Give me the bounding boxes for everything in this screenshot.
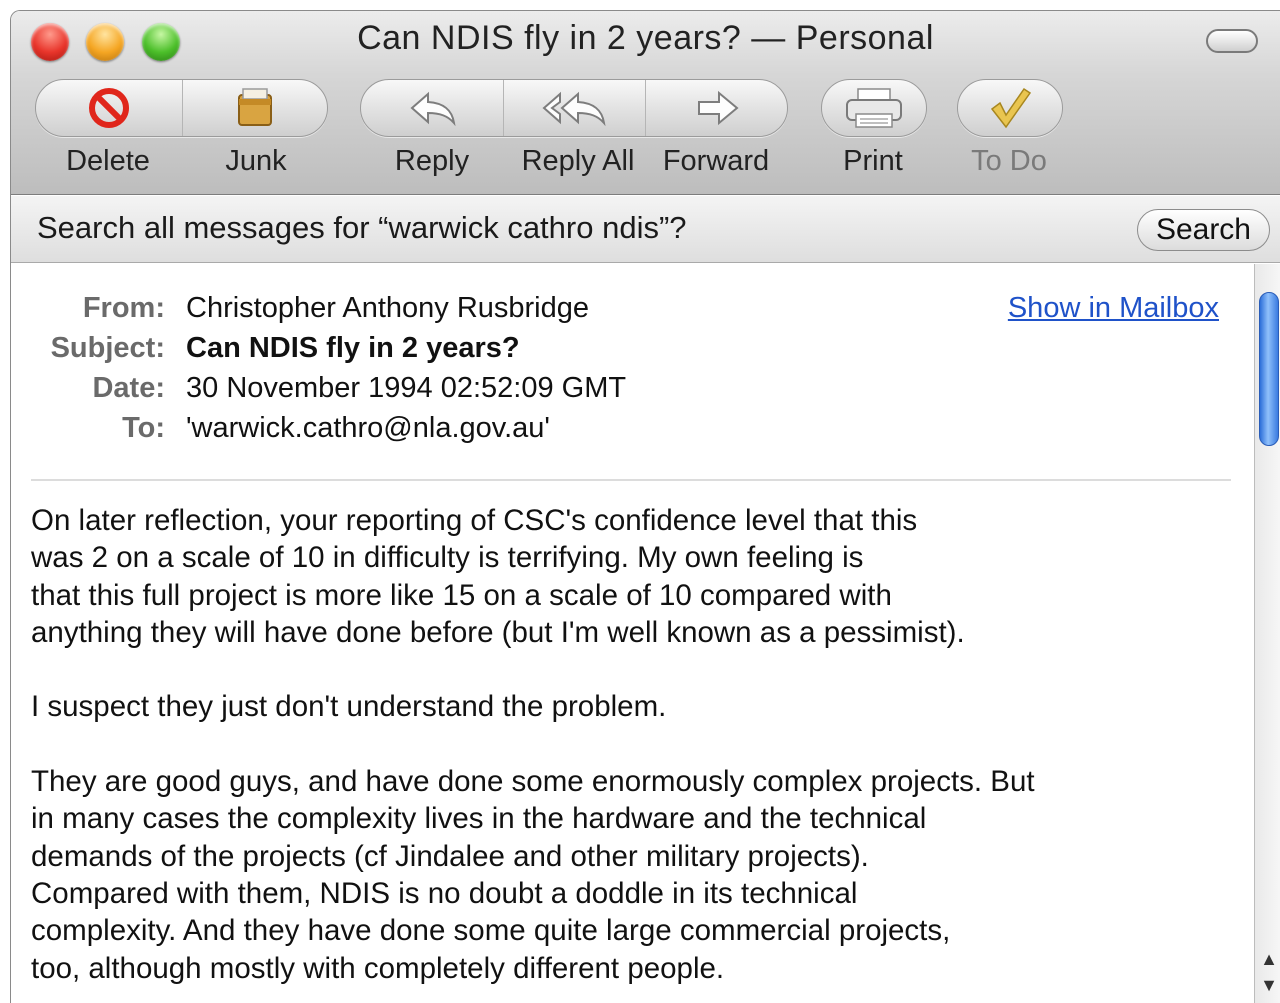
delete-junk-group	[35, 79, 328, 137]
reply-all-arrow-icon	[541, 91, 606, 127]
toolbar-toggle-button[interactable]	[1206, 29, 1258, 53]
show-in-mailbox-link[interactable]: Show in Mailbox	[1008, 292, 1219, 325]
todo-button-inner[interactable]	[958, 80, 1062, 136]
search-button[interactable]: Search	[1136, 209, 1270, 251]
scroll-thumb[interactable]	[1259, 292, 1279, 446]
junk-button[interactable]	[181, 80, 328, 136]
scroll-down-arrow-icon[interactable]: ▼	[1259, 972, 1279, 998]
reply-button[interactable]	[361, 80, 503, 136]
printer-icon	[846, 88, 902, 128]
header-divider	[31, 479, 1231, 481]
forward-button[interactable]	[645, 80, 787, 136]
delete-label[interactable]: Delete	[66, 145, 150, 178]
todo-button[interactable]	[957, 79, 1063, 137]
vertical-scrollbar[interactable]: ▲ ▼	[1254, 264, 1280, 1003]
body-paragraph: They are good guys, and have done some e…	[31, 765, 1035, 985]
todo-label[interactable]: To Do	[971, 145, 1047, 178]
delete-button[interactable]	[36, 80, 182, 136]
print-button-inner[interactable]	[822, 80, 926, 136]
title-and-toolbar: Can NDIS fly in 2 years? — Personal Dele…	[11, 11, 1280, 195]
message-body: On later reflection, your reporting of C…	[31, 502, 1231, 1003]
mail-window: Can NDIS fly in 2 years? — Personal Dele…	[10, 10, 1280, 1003]
message-view: From: Christopher Anthony Rusbridge Subj…	[11, 264, 1254, 1003]
date-label: Date:	[92, 372, 165, 404]
subject-label: Subject:	[50, 332, 165, 364]
reply-all-button[interactable]	[503, 80, 645, 136]
from-value: Christopher Anthony Rusbridge	[186, 292, 590, 324]
from-label: From:	[82, 292, 165, 324]
to-value: 'warwick.cathro@nla.gov.au'	[186, 412, 550, 444]
to-label: To:	[122, 412, 165, 444]
reply-all-label[interactable]: Reply All	[522, 145, 635, 178]
checkmark-icon	[990, 87, 1032, 129]
scroll-up-arrow-icon[interactable]: ▲	[1259, 946, 1279, 972]
subject-value: Can NDIS fly in 2 years?	[186, 332, 520, 364]
junk-bag-icon	[237, 88, 272, 126]
reply-arrow-icon	[410, 91, 456, 127]
forward-arrow-icon	[697, 90, 739, 126]
search-prompt: Search all messages for “warwick cathro …	[37, 210, 687, 245]
search-suggestion-bar: Search all messages for “warwick cathro …	[11, 196, 1280, 263]
forward-label[interactable]: Forward	[663, 145, 769, 178]
date-value: 30 November 1994 02:52:09 GMT	[186, 372, 627, 404]
window-title: Can NDIS fly in 2 years? — Personal	[357, 19, 934, 57]
reply-group	[360, 79, 788, 137]
print-button[interactable]	[821, 79, 927, 137]
no-entry-icon	[88, 88, 129, 128]
body-paragraph: I suspect they just don't understand the…	[31, 690, 667, 724]
junk-label[interactable]: Junk	[225, 145, 286, 178]
print-label[interactable]: Print	[843, 145, 903, 178]
body-paragraph: On later reflection, your reporting of C…	[31, 504, 965, 649]
reply-label[interactable]: Reply	[395, 145, 469, 178]
